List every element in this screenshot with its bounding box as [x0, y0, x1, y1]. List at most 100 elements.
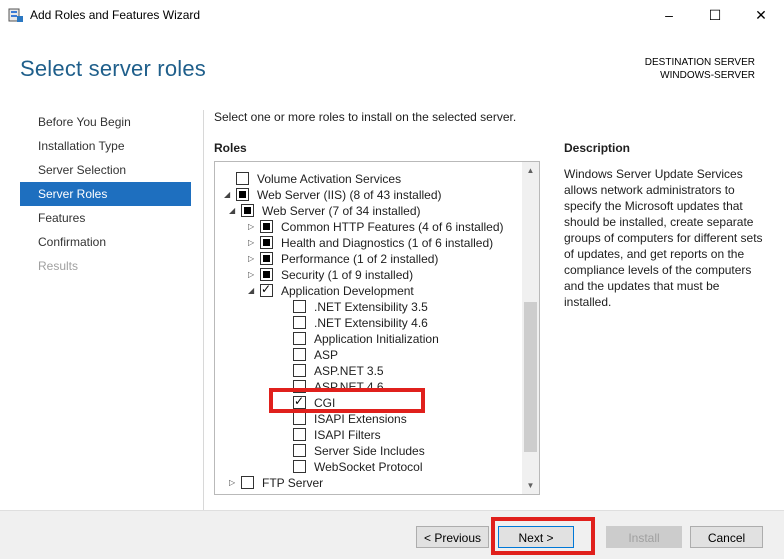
role-checkbox[interactable] [260, 236, 273, 249]
roles-label: Roles [214, 141, 247, 155]
expand-icon[interactable]: ▷ [248, 254, 256, 264]
role-checkbox[interactable] [260, 282, 273, 297]
page-title: Select server roles [20, 56, 206, 81]
role-item[interactable]: WebSocket Protocol [215, 459, 521, 475]
role-label: Volume Activation Services [257, 172, 402, 186]
description-text: Windows Server Update Services allows ne… [564, 167, 763, 309]
role-label: ASP.NET 3.5 [314, 364, 384, 378]
nav-item-features[interactable]: Features [20, 206, 191, 230]
expand-icon[interactable]: ▷ [248, 222, 256, 232]
role-item[interactable]: Volume Activation Services [215, 171, 521, 187]
role-label: Application Development [281, 284, 414, 298]
role-checkbox[interactable] [293, 394, 306, 409]
nav-item-installation-type[interactable]: Installation Type [20, 134, 191, 158]
description-label: Description [564, 141, 631, 155]
role-item[interactable]: ISAPI Filters [215, 427, 521, 443]
role-item[interactable]: ▷ FTP Server [215, 475, 521, 491]
role-label: Web Server (IIS) (8 of 43 installed) [257, 188, 442, 202]
expand-icon[interactable]: ▷ [229, 478, 237, 488]
role-checkbox[interactable] [293, 444, 306, 457]
role-checkbox[interactable] [260, 268, 273, 281]
server-manager-icon [8, 8, 23, 22]
roles-tree[interactable]: Volume Activation Services ◢ Web Server (I… [214, 161, 540, 495]
role-item[interactable]: ISAPI Extensions [215, 411, 521, 427]
role-item[interactable]: ◢ Web Server (IIS) (8 of 43 installed) [215, 187, 521, 203]
role-item[interactable]: ▷ Health and Diagnostics (1 of 6 installe… [215, 235, 521, 251]
role-item[interactable]: ▷ Security (1 of 9 installed) [215, 267, 521, 283]
role-item[interactable]: Server Side Includes [215, 443, 521, 459]
role-label: Application Initialization [314, 332, 439, 346]
role-label: Health and Diagnostics (1 of 6 installed… [281, 236, 494, 250]
role-checkbox[interactable] [293, 348, 306, 361]
role-checkbox[interactable] [260, 220, 273, 233]
role-label: ISAPI Filters [314, 428, 381, 442]
role-item[interactable]: CGI [215, 394, 521, 411]
role-label: FTP Server [262, 476, 324, 490]
nav-item-results: Results [38, 259, 79, 273]
role-label: ISAPI Extensions [314, 412, 407, 426]
role-label: WebSocket Protocol [314, 460, 423, 474]
scroll-up-icon[interactable]: ▲ [522, 162, 539, 179]
role-item[interactable]: ▷ Common HTTP Features (4 of 6 installed) [215, 219, 521, 235]
minimize-icon: – [665, 7, 673, 23]
role-checkbox[interactable] [241, 476, 254, 489]
expand-icon[interactable]: ▷ [248, 270, 256, 280]
role-checkbox[interactable] [236, 188, 249, 201]
role-item[interactable]: ASP.NET 3.5 [215, 363, 521, 379]
role-label: .NET Extensibility 4.6 [314, 316, 428, 330]
role-item[interactable]: .NET Extensibility 3.5 [215, 299, 521, 315]
nav-item-confirmation[interactable]: Confirmation [20, 230, 191, 254]
role-item[interactable]: ◢ Application Development [215, 282, 521, 299]
role-checkbox[interactable] [293, 428, 306, 441]
nav-item-before-you-begin[interactable]: Before You Begin [20, 110, 191, 134]
maximize-icon: ☐ [708, 6, 722, 23]
role-checkbox[interactable] [293, 316, 306, 329]
role-checkbox[interactable] [293, 332, 306, 345]
role-checkbox[interactable] [260, 252, 273, 265]
role-checkbox[interactable] [236, 172, 249, 185]
intro-text: Select one or more roles to install on t… [214, 110, 517, 124]
role-item[interactable]: Application Initialization [215, 331, 521, 347]
maximize-button[interactable]: ☐ [692, 0, 738, 30]
role-label: Web Server (7 of 34 installed) [262, 204, 421, 218]
cancel-button[interactable]: Cancel [690, 526, 763, 548]
role-label: CGI [314, 396, 336, 410]
nav-divider [203, 110, 204, 510]
collapse-icon[interactable]: ◢ [248, 286, 256, 296]
footer-bar: < Previous Next > Install Cancel [0, 510, 784, 559]
role-item[interactable]: ASP [215, 347, 521, 363]
collapse-icon[interactable]: ◢ [224, 190, 232, 200]
previous-button[interactable]: < Previous [416, 526, 489, 548]
role-checkbox[interactable] [241, 204, 254, 217]
wizard-nav: Before You Begin Installation Type Server … [20, 110, 191, 278]
close-button[interactable]: ✕ [738, 0, 784, 30]
scroll-thumb[interactable] [524, 302, 537, 452]
close-icon: ✕ [755, 6, 767, 23]
role-item[interactable]: ◢ Web Server (7 of 34 installed) [215, 203, 521, 219]
minimize-button[interactable]: – [646, 0, 692, 30]
role-label: Security (1 of 9 installed) [281, 268, 414, 282]
expand-icon[interactable]: ▷ [248, 238, 256, 248]
role-label: Server Side Includes [314, 444, 425, 458]
collapse-icon[interactable]: ◢ [229, 206, 237, 216]
role-checkbox[interactable] [293, 412, 306, 425]
next-button[interactable]: Next > [498, 526, 574, 548]
role-item[interactable]: ASP.NET 4.6 [215, 379, 521, 395]
role-checkbox[interactable] [293, 300, 306, 313]
role-label: Performance (1 of 2 installed) [281, 252, 439, 266]
role-label: ASP.NET 4.6 [314, 380, 384, 394]
role-checkbox[interactable] [293, 380, 306, 393]
destination-server: DESTINATION SERVER WINDOWS-SERVER [645, 56, 755, 82]
nav-item-server-roles[interactable]: Server Roles [20, 182, 191, 206]
role-checkbox[interactable] [293, 460, 306, 473]
role-checkbox[interactable] [293, 364, 306, 377]
role-item[interactable]: ▷ Performance (1 of 2 installed) [215, 251, 521, 267]
destination-server-name: WINDOWS-SERVER [660, 70, 755, 81]
scroll-down-icon[interactable]: ▼ [522, 477, 539, 494]
install-button: Install [606, 526, 682, 548]
role-item[interactable]: .NET Extensibility 4.6 [215, 315, 521, 331]
roles-scrollbar[interactable]: ▲ ▼ [522, 162, 539, 494]
role-label: Common HTTP Features (4 of 6 installed) [281, 220, 504, 234]
nav-item-server-selection[interactable]: Server Selection [20, 158, 191, 182]
role-label: ASP [314, 348, 339, 362]
